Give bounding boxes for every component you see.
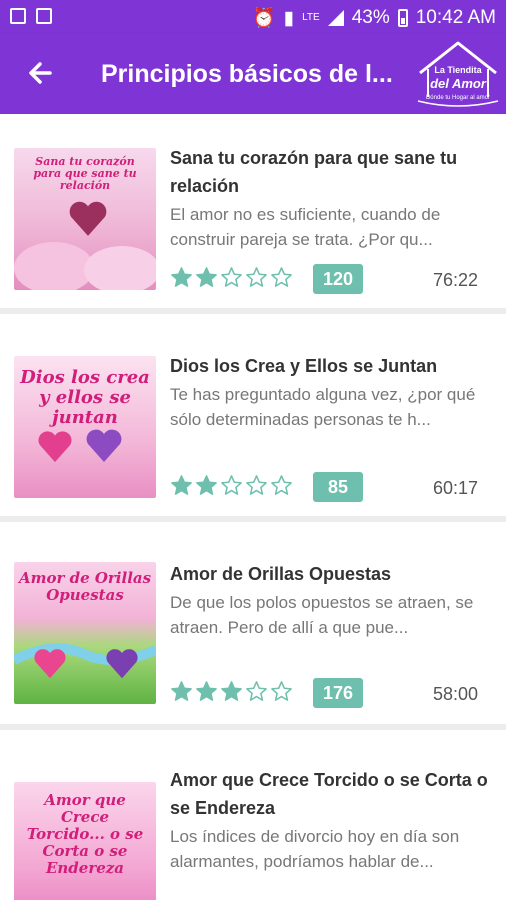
thumbnail-caption: Sana tu corazón para que sane tu relació…: [33, 155, 137, 192]
battery-icon: [397, 9, 408, 27]
star-empty-icon: [271, 681, 292, 701]
heart-icon: [38, 431, 72, 463]
alarm-icon: ⏰: [251, 8, 276, 29]
star-filled-icon: [171, 267, 192, 287]
brand-logo[interactable]: La Tiendita del Amor Dónde tu Hogar al a…: [414, 39, 502, 109]
logo-line-2: del Amor: [430, 76, 486, 91]
star-empty-icon: [246, 475, 267, 495]
back-button[interactable]: [22, 56, 58, 92]
star-filled-icon: [196, 267, 217, 287]
star-empty-icon: [271, 475, 292, 495]
hands-illustration: [14, 242, 156, 290]
notification-icon: ▮: [283, 7, 295, 29]
app-bar: Principios básicos de l... La Tiendita d…: [0, 34, 506, 114]
episode-thumbnail: Amor de Orillas Opuestas: [14, 562, 156, 704]
clock: 10:42 AM: [415, 7, 496, 28]
star-filled-icon: [171, 681, 192, 701]
image-notification-icon: [10, 8, 26, 24]
episode-thumbnail: Amor que Crece Torcido... o se Corta o s…: [14, 782, 156, 900]
heart-icon: [34, 649, 66, 679]
star-empty-icon: [271, 267, 292, 287]
star-empty-icon: [246, 267, 267, 287]
heart-icon: [106, 649, 138, 679]
episode-description: Los índices de divorcio hoy en día son a…: [170, 827, 460, 871]
list-item[interactable]: Sana tu corazón para que sane tu relació…: [0, 114, 506, 314]
star-filled-icon: [171, 475, 192, 495]
heart-icon: [86, 429, 122, 462]
episode-duration: 60:17: [432, 478, 478, 498]
list-item[interactable]: Amor de Orillas Opuestas Amor de Orillas…: [0, 530, 506, 730]
arrow-back-icon: [29, 62, 52, 84]
page-title: Principios básicos de l...: [101, 60, 393, 88]
episode-thumbnail: Dios los crea y ellos se juntan: [14, 356, 156, 498]
episode-title: Dios los Crea y Ellos se Juntan: [170, 356, 438, 376]
network-type: LTE: [302, 12, 320, 23]
star-rating: [170, 266, 293, 289]
thumbnail-caption: Amor que Crece Torcido... o se Corta o s…: [26, 791, 144, 877]
thumbnail-caption: Amor de Orillas Opuestas: [18, 569, 152, 604]
episode-duration: 58:00: [432, 684, 478, 704]
list-item[interactable]: Amor que Crece Torcido... o se Corta o s…: [0, 738, 506, 900]
star-rating: [170, 680, 293, 703]
review-count-badge: 85: [313, 472, 363, 502]
star-filled-icon: [221, 681, 242, 701]
episode-title: Amor que Crece Torcido o se Corta o se E…: [170, 770, 488, 818]
star-filled-icon: [196, 475, 217, 495]
logo-tagline: Dónde tu Hogar al amor: [425, 95, 491, 101]
star-empty-icon: [221, 475, 242, 495]
episode-duration: 76:22: [432, 270, 478, 290]
review-count-badge: 176: [313, 678, 363, 708]
star-empty-icon: [221, 267, 242, 287]
episode-thumbnail: Sana tu corazón para que sane tu relació…: [14, 148, 156, 290]
thumbnail-caption: Dios los crea y ellos se juntan: [20, 367, 150, 428]
list-item[interactable]: Dios los crea y ellos se juntan Dios los…: [0, 322, 506, 522]
star-empty-icon: [246, 681, 267, 701]
battery-percent: 43%: [351, 7, 390, 28]
status-bar: ⏰ ▮ LTE 43% 10:42 AM: [0, 0, 506, 34]
episode-description: De que los polos opuestos se atraen, se …: [170, 593, 474, 637]
episode-title: Amor de Orillas Opuestas: [170, 564, 392, 584]
star-filled-icon: [196, 681, 217, 701]
episode-description: El amor no es suficiente, cuando de cons…: [170, 205, 441, 249]
signal-icon: [327, 10, 344, 26]
review-count-badge: 120: [313, 264, 363, 294]
star-rating: [170, 474, 293, 497]
episode-description: Te has preguntado alguna vez, ¿por qué s…: [170, 385, 476, 429]
logo-line-1: La Tiendita: [434, 65, 482, 75]
download-notification-icon: [36, 8, 52, 24]
episode-title: Sana tu corazón para que sane tu relació…: [170, 148, 458, 196]
